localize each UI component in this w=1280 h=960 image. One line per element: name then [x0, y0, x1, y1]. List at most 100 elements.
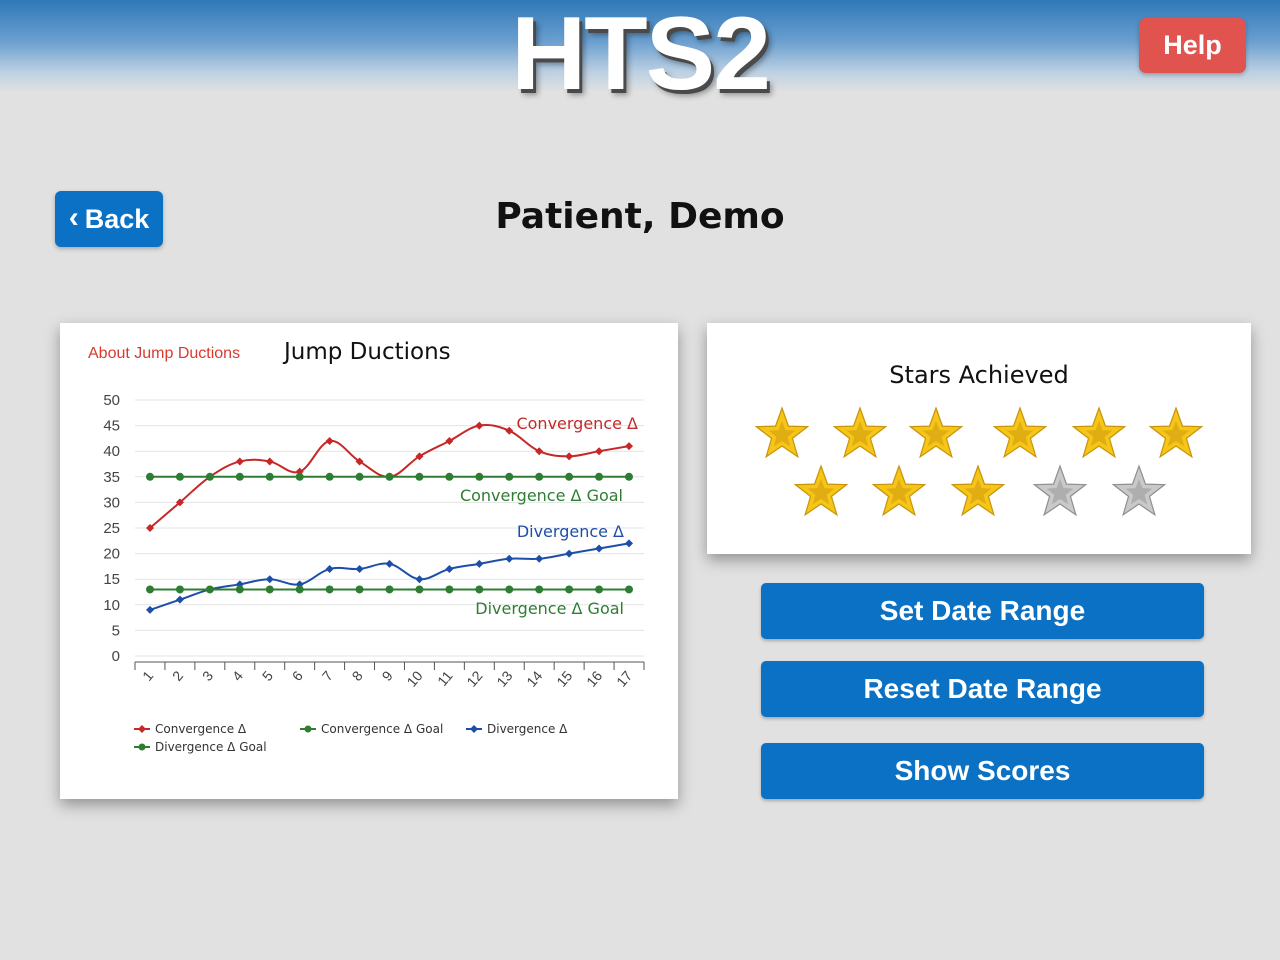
data-point [475, 585, 484, 594]
data-point [505, 554, 514, 563]
data-point [445, 585, 454, 594]
gold-star-icon [950, 464, 1006, 517]
gold-star-icon [871, 464, 927, 517]
data-point [565, 472, 574, 481]
gold-star-icon [1148, 406, 1204, 459]
data-point [415, 585, 424, 594]
data-point [325, 585, 334, 594]
x-tick-label: 11 [434, 667, 456, 689]
data-point [535, 472, 544, 481]
x-tick-label: 7 [319, 667, 336, 683]
x-tick-label: 6 [289, 667, 306, 683]
jump-ductions-chart: 051015202530354045501 2 3 4 5 6 7 8 9 10 11 12 13 14 1… [103, 392, 645, 754]
data-point [445, 564, 454, 573]
y-tick-label: 15 [103, 571, 120, 588]
data-point [235, 457, 244, 466]
gold-star-icon [908, 406, 964, 459]
legend-label: Convergence Δ [155, 722, 247, 736]
legend-marker [304, 725, 312, 733]
y-tick-label: 35 [103, 469, 120, 486]
gold-star-icon [1071, 406, 1127, 459]
x-tick-label: 13 [493, 667, 515, 689]
x-tick-label: 4 [229, 667, 246, 683]
data-point [535, 447, 544, 456]
data-point [595, 544, 604, 553]
data-point [625, 539, 633, 548]
legend-marker [470, 725, 478, 733]
data-point [595, 472, 604, 481]
x-tick-label: 15 [553, 667, 575, 689]
data-point [265, 585, 274, 594]
empty-star-icon [1032, 464, 1088, 517]
data-point [505, 426, 514, 435]
y-tick-label: 50 [103, 392, 120, 409]
data-point [146, 585, 154, 594]
data-point [325, 564, 334, 573]
data-point [265, 472, 274, 481]
data-point [205, 472, 214, 481]
legend-marker [138, 743, 146, 751]
y-tick-label: 10 [103, 597, 120, 614]
legend-label: Divergence Δ Goal [155, 740, 267, 754]
data-point [475, 559, 484, 568]
data-point [535, 585, 544, 594]
show-scores-button[interactable]: Show Scores [761, 743, 1204, 799]
data-point [565, 585, 574, 594]
data-point [565, 549, 574, 558]
data-point [325, 436, 334, 445]
y-tick-label: 5 [112, 622, 120, 639]
data-point [355, 472, 364, 481]
y-tick-label: 25 [103, 520, 120, 537]
x-tick-label: 9 [379, 667, 396, 683]
legend-marker [138, 725, 146, 733]
data-point [625, 442, 633, 451]
data-point [445, 472, 454, 481]
data-point [625, 585, 633, 594]
x-tick-label: 16 [583, 667, 605, 689]
data-point [385, 472, 394, 481]
legend-label: Divergence Δ [487, 722, 568, 736]
gold-star-icon [832, 406, 888, 459]
data-point [415, 575, 424, 584]
data-point [385, 585, 394, 594]
patient-name: Patient, Demo [495, 196, 785, 237]
reset-date-range-button[interactable]: Reset Date Range [761, 661, 1204, 717]
data-point [355, 585, 364, 594]
gold-star-icon [992, 406, 1048, 459]
data-point [235, 585, 244, 594]
y-tick-label: 40 [103, 443, 120, 460]
data-point [295, 472, 304, 481]
data-point [565, 452, 574, 461]
data-point [475, 421, 484, 430]
legend-item: Convergence Δ Goal [300, 722, 443, 736]
help-button[interactable]: Help [1139, 18, 1246, 73]
data-point [385, 559, 394, 568]
set-date-range-button[interactable]: Set Date Range [761, 583, 1204, 639]
legend-item: Divergence Δ Goal [134, 740, 267, 754]
data-point [235, 472, 244, 481]
x-tick-label: 5 [259, 667, 276, 683]
chart-panel: About Jump Ductions Jump Ductions 0 5 10 15… [60, 323, 678, 799]
x-tick-label: 2 [169, 667, 186, 683]
data-point [205, 585, 214, 594]
empty-star-icon [1111, 464, 1167, 517]
data-point [445, 436, 454, 445]
legend-item: Convergence Δ [134, 722, 247, 736]
x-tick-label: 3 [199, 667, 216, 683]
data-point [265, 575, 274, 584]
series-annotation: Convergence Δ Goal [460, 486, 623, 505]
stars-panel: Stars Achieved [707, 323, 1251, 554]
x-tick-label: 1 [139, 667, 156, 683]
legend-item: Divergence Δ [466, 722, 568, 736]
series-annotation: Divergence Δ [517, 522, 624, 541]
y-tick-label: 30 [103, 494, 120, 511]
app-logo: HTS2 [511, 0, 771, 112]
legend-label: Convergence Δ Goal [321, 722, 443, 736]
data-point [146, 472, 154, 481]
x-tick-label: 12 [463, 667, 485, 689]
series-annotation: Convergence Δ [516, 414, 638, 433]
x-tick-label: 17 [613, 667, 635, 689]
y-tick-label: 45 [103, 418, 120, 435]
data-point [146, 605, 154, 614]
data-point [295, 585, 304, 594]
